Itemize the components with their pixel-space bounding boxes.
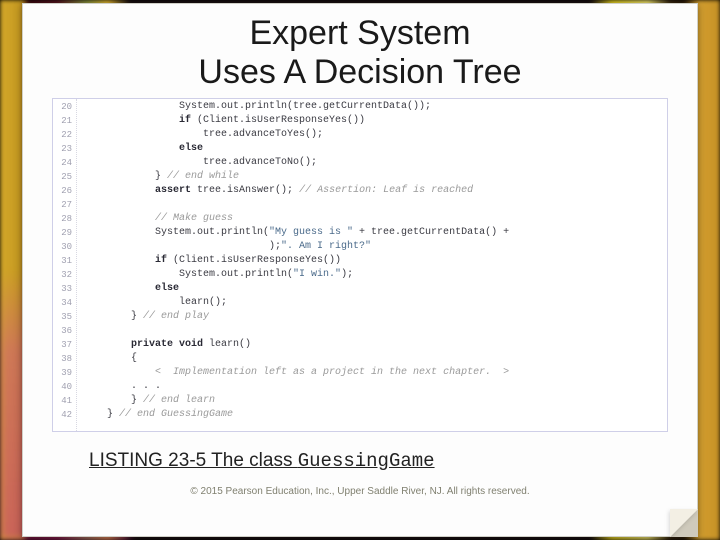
line-number: 30 — [53, 240, 72, 254]
code-line: } // end learn — [83, 394, 661, 408]
code-line: } // end while — [83, 170, 661, 184]
line-number: 34 — [53, 296, 72, 310]
line-number: 22 — [53, 128, 72, 142]
listing-caption: LISTING 23-5 The class GuessingGame — [89, 450, 685, 472]
caption-text: LISTING 23-5 The class — [89, 450, 298, 471]
code-line: . . . — [83, 380, 661, 394]
line-number: 20 — [53, 100, 72, 114]
code-line: );". Am I right?" — [83, 240, 661, 254]
code-line: private void learn() — [83, 338, 661, 352]
line-number: 38 — [53, 352, 72, 366]
code-line: learn(); — [83, 296, 661, 310]
code-body: System.out.println(tree.getCurrentData()… — [77, 99, 667, 431]
line-number: 37 — [53, 338, 72, 352]
page-curl-icon — [670, 509, 698, 537]
line-number: 35 — [53, 310, 72, 324]
line-number-gutter: 2021222324252627282930313233343536373839… — [53, 99, 77, 431]
code-line — [83, 324, 661, 338]
copyright-notice: © 2015 Pearson Education, Inc., Upper Sa… — [35, 486, 685, 497]
code-line: assert tree.isAnswer(); // Assertion: Le… — [83, 184, 661, 198]
code-line: if (Client.isUserResponseYes()) — [83, 254, 661, 268]
line-number: 26 — [53, 184, 72, 198]
line-number: 25 — [53, 170, 72, 184]
line-number: 42 — [53, 408, 72, 422]
code-line: tree.advanceToNo(); — [83, 156, 661, 170]
slide-title: Expert System Uses A Decision Tree — [35, 14, 685, 92]
line-number: 24 — [53, 156, 72, 170]
line-number: 36 — [53, 324, 72, 338]
code-line: else — [83, 142, 661, 156]
line-number: 41 — [53, 394, 72, 408]
code-line: } // end GuessingGame — [83, 408, 661, 422]
code-line: { — [83, 352, 661, 366]
code-listing: 2021222324252627282930313233343536373839… — [52, 98, 668, 432]
code-line: < Implementation left as a project in th… — [83, 366, 661, 380]
code-line: // Make guess — [83, 212, 661, 226]
line-number: 29 — [53, 226, 72, 240]
code-line: else — [83, 282, 661, 296]
code-line: } // end play — [83, 310, 661, 324]
line-number: 33 — [53, 282, 72, 296]
line-number: 32 — [53, 268, 72, 282]
line-number: 39 — [53, 366, 72, 380]
code-line: System.out.println("My guess is " + tree… — [83, 226, 661, 240]
code-line — [83, 198, 661, 212]
line-number: 40 — [53, 380, 72, 394]
code-line: System.out.println("I win."); — [83, 268, 661, 282]
code-line: if (Client.isUserResponseYes()) — [83, 114, 661, 128]
caption-classname: GuessingGame — [298, 450, 435, 472]
line-number: 28 — [53, 212, 72, 226]
line-number: 31 — [53, 254, 72, 268]
slide: Expert System Uses A Decision Tree 20212… — [22, 3, 698, 537]
line-number: 27 — [53, 198, 72, 212]
line-number: 23 — [53, 142, 72, 156]
line-number: 21 — [53, 114, 72, 128]
code-line: System.out.println(tree.getCurrentData()… — [83, 100, 661, 114]
title-line-1: Expert System — [249, 14, 470, 52]
code-line: tree.advanceToYes(); — [83, 128, 661, 142]
title-line-2: Uses A Decision Tree — [198, 53, 521, 91]
